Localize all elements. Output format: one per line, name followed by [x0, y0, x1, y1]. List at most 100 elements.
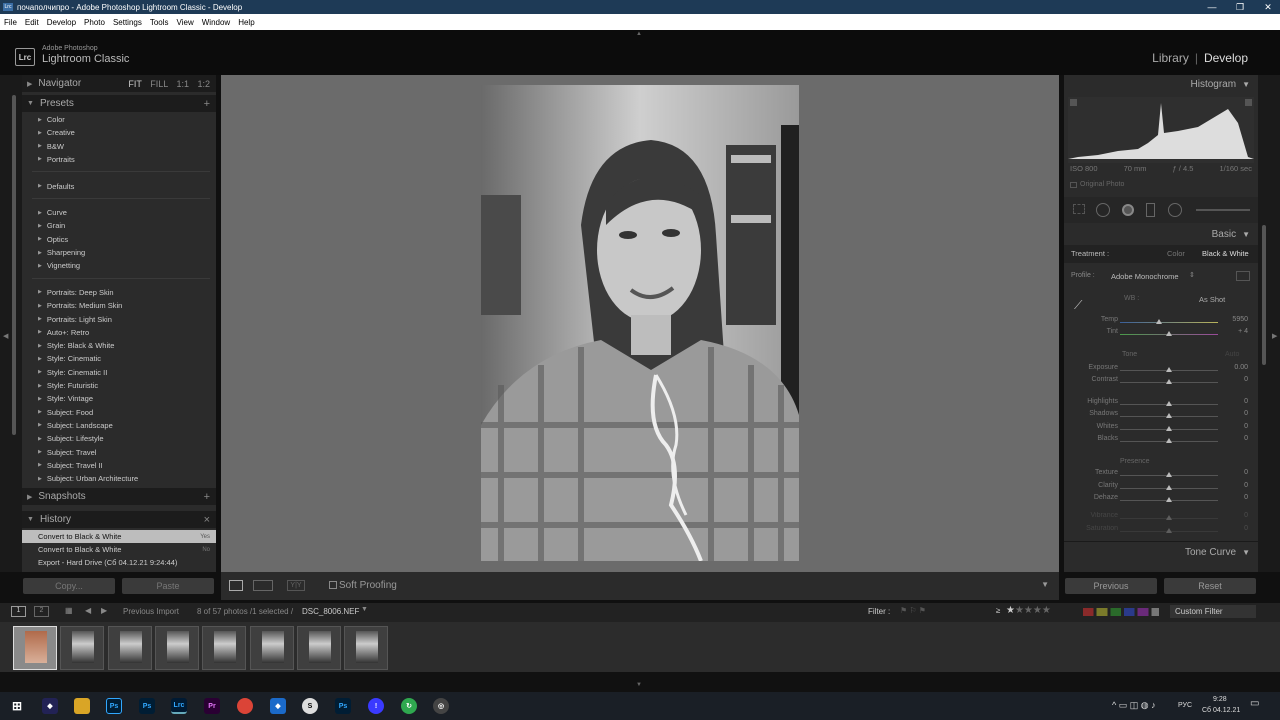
preset-folder[interactable]: ▶ Subject: Travel	[38, 448, 96, 457]
highlight-clip-icon[interactable]	[1245, 99, 1252, 106]
preset-folder[interactable]: ▶ Curve	[38, 208, 67, 217]
slider-tint[interactable]: Tint + 4	[1064, 328, 1258, 340]
menu-tools[interactable]: Tools	[146, 18, 173, 27]
slider-value[interactable]: + 4	[1238, 328, 1248, 335]
photoshop-icon[interactable]: Ps	[106, 698, 122, 714]
preset-folder[interactable]: ▶ Subject: Food	[38, 408, 93, 417]
filmstrip-thumbnail[interactable]	[154, 626, 199, 670]
menu-help[interactable]: Help	[234, 18, 258, 27]
right-scrollbar[interactable]	[1262, 225, 1266, 365]
filmstrip-thumbnail[interactable]	[296, 626, 341, 670]
collapse-left-icon[interactable]: ◀	[3, 332, 8, 340]
collapse-right-icon[interactable]: ▶	[1272, 332, 1277, 340]
snapshots-header[interactable]: ▶ Snapshots +	[22, 488, 216, 505]
slider-value[interactable]: 0	[1244, 410, 1248, 417]
clear-history-icon[interactable]: ×	[204, 514, 210, 526]
slider-exposure[interactable]: Exposure 0.00	[1064, 364, 1258, 376]
preset-folder[interactable]: ▶ Subject: Lifestyle	[38, 434, 104, 443]
slider-texture[interactable]: Texture 0	[1064, 469, 1258, 481]
filename-label[interactable]: DSC_8006.NEF	[302, 607, 359, 616]
histogram-graph[interactable]	[1068, 97, 1254, 163]
photoshop-3-icon[interactable]: Ps	[335, 698, 351, 714]
slider-value[interactable]: 0	[1244, 494, 1248, 501]
slider-knob[interactable]	[1166, 331, 1172, 336]
slider-blacks[interactable]: Blacks 0	[1064, 435, 1258, 447]
slider-value[interactable]: 0	[1244, 469, 1248, 476]
presets-header[interactable]: ▼ Presets +	[22, 95, 216, 112]
graduated-filter-icon[interactable]	[1146, 203, 1155, 217]
slider-shadows[interactable]: Shadows 0	[1064, 410, 1258, 422]
slider-saturation[interactable]: Saturation 0	[1064, 525, 1258, 537]
photoshop-2-icon[interactable]: Ps	[139, 698, 155, 714]
preset-folder[interactable]: ▶ Portraits: Light Skin	[38, 315, 112, 324]
history-item[interactable]: Convert to Black & White Yes	[22, 530, 216, 543]
language-indicator[interactable]: РУС	[1178, 702, 1192, 709]
star-filter-icons[interactable]: ★★★★★	[1006, 605, 1051, 616]
history-item[interactable]: Export - Hard Drive (Сб 04.12.21 9:24:44…	[22, 556, 216, 569]
preset-folder[interactable]: ▶ Auto+: Retro	[38, 328, 89, 337]
slider-value[interactable]: 0.00	[1234, 364, 1248, 371]
main-window-button[interactable]: 1	[11, 606, 26, 617]
slider-track[interactable]	[1120, 322, 1218, 323]
windows-start-icon[interactable]: ⊞	[9, 698, 25, 714]
slider-value[interactable]: 0	[1244, 423, 1248, 430]
slider-value[interactable]: 0	[1244, 376, 1248, 383]
wb-dropdown[interactable]: As Shot	[1199, 295, 1225, 304]
slider-knob[interactable]	[1166, 515, 1172, 520]
module-develop[interactable]: Develop	[1204, 51, 1248, 65]
explorer-icon[interactable]	[74, 698, 90, 714]
slider-value[interactable]: 5950	[1232, 316, 1248, 323]
reset-button[interactable]: Reset	[1164, 578, 1256, 594]
slider-temp[interactable]: Temp 5950	[1064, 316, 1258, 328]
slider-knob[interactable]	[1166, 485, 1172, 490]
filmstrip-thumbnail[interactable]	[13, 626, 57, 670]
add-preset-icon[interactable]: +	[204, 98, 210, 110]
collapse-top-icon[interactable]: ▲	[636, 31, 642, 37]
notification-icon[interactable]: ▭	[1250, 698, 1259, 709]
zoom-fill[interactable]: FILL	[150, 79, 168, 89]
filename-dropdown-icon[interactable]: ▼	[361, 606, 368, 613]
before-after-icon[interactable]	[253, 580, 273, 591]
add-snapshot-icon[interactable]: +	[204, 491, 210, 503]
eyedropper-icon[interactable]: ⟋	[1074, 298, 1088, 312]
yy-view-icon[interactable]: Y|Y	[287, 580, 305, 591]
filmstrip-thumbnail[interactable]	[202, 626, 247, 670]
preset-folder[interactable]: ▶ Sharpening	[38, 248, 85, 257]
slider-contrast[interactable]: Contrast 0	[1064, 376, 1258, 388]
color-label-filters[interactable]	[1083, 608, 1159, 616]
module-library[interactable]: Library	[1152, 51, 1189, 65]
photo-preview[interactable]	[481, 85, 799, 561]
radial-filter-icon[interactable]	[1168, 203, 1182, 217]
slider-highlights[interactable]: Highlights 0	[1064, 398, 1258, 410]
preset-folder[interactable]: ▶ Style: Vintage	[38, 394, 93, 403]
history-item[interactable]: Convert to Black & White No	[22, 543, 216, 556]
preset-folder[interactable]: ▶ Grain	[38, 221, 65, 230]
preset-folder[interactable]: ▶ Subject: Landscape	[38, 421, 113, 430]
lightroom-taskbar-icon[interactable]: Lrc	[171, 698, 187, 714]
minimize-button[interactable]: —	[1200, 0, 1224, 14]
slider-knob[interactable]	[1166, 413, 1172, 418]
copy-button[interactable]: Copy...	[23, 578, 115, 594]
preset-folder[interactable]: ▶ Defaults	[38, 182, 74, 191]
preset-folder[interactable]: ▶ Color	[38, 115, 65, 124]
spot-removal-icon[interactable]	[1096, 203, 1110, 217]
preset-folder[interactable]: ▶ Portraits: Medium Skin	[38, 301, 122, 310]
zoom-1-2[interactable]: 1:2	[197, 79, 210, 89]
flag-filter-icons[interactable]: ⚑ ⚐ ⚑	[900, 606, 926, 615]
preset-folder[interactable]: ▶ Subject: Travel II	[38, 461, 103, 470]
forward-arrow-icon[interactable]: ▶	[101, 606, 107, 615]
slider-knob[interactable]	[1166, 472, 1172, 477]
slider-value[interactable]: 0	[1244, 512, 1248, 519]
slider-whites[interactable]: Whites 0	[1064, 423, 1258, 435]
preset-folder[interactable]: ▶ Portraits	[38, 155, 75, 164]
zoom-1-1[interactable]: 1:1	[176, 79, 189, 89]
slider-knob[interactable]	[1156, 319, 1163, 324]
filmstrip-thumbnail[interactable]	[107, 626, 152, 670]
loupe-view-icon[interactable]	[229, 580, 243, 591]
close-button[interactable]: ✕	[1256, 0, 1280, 14]
app-icon-2[interactable]: ◆	[270, 698, 286, 714]
preset-folder[interactable]: ▶ Style: Cinematic II	[38, 368, 107, 377]
clock-time[interactable]: 9:28	[1213, 696, 1227, 703]
app-icon-4[interactable]: !	[368, 698, 384, 714]
menu-window[interactable]: Window	[198, 18, 234, 27]
